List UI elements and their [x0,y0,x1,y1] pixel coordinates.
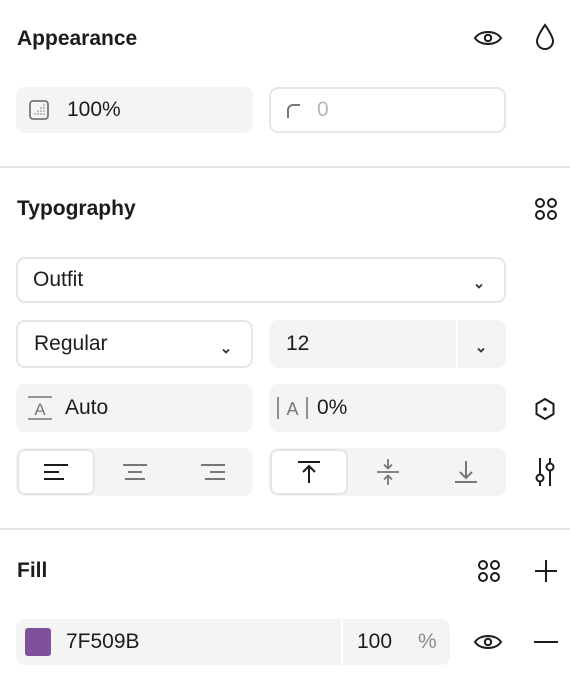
svg-text:A: A [34,400,46,419]
align-top-button[interactable] [270,449,348,495]
section-divider [0,528,570,530]
drop-icon[interactable] [532,22,558,52]
fill-visibility-eye-icon[interactable] [472,629,504,655]
font-family-value: Outfit [33,268,84,291]
vertical-align-group [269,448,506,496]
line-height-value: Auto [65,396,109,419]
opacity-icon [28,99,50,121]
line-height-icon: A [26,394,54,422]
chevron-down-icon [220,339,232,363]
align-right-icon [201,464,225,480]
appearance-title: Appearance [17,27,138,50]
text-settings-sliders-icon[interactable] [531,455,559,489]
color-swatch[interactable] [25,628,51,656]
align-left-icon [44,464,68,480]
align-middle-button[interactable] [349,449,427,495]
add-fill-button[interactable] [532,557,560,585]
corner-radius-icon [285,102,303,120]
font-weight-select[interactable]: Regular [16,320,253,368]
corner-radius-value: 0 [317,98,329,121]
align-middle-icon [377,459,399,485]
align-right-button[interactable] [174,449,252,495]
align-center-icon [123,464,147,480]
fill-title: Fill [17,559,48,582]
font-size-field[interactable]: 12 [269,320,506,368]
align-left-button[interactable] [17,449,95,495]
svg-text:A: A [286,399,298,419]
corner-radius-field[interactable]: 0 [269,87,506,133]
fill-opacity-value[interactable]: 100 [357,630,392,654]
fill-opacity-unit: % [418,630,437,653]
opacity-field[interactable]: 100% [16,87,253,133]
font-size-dropdown-chevron-icon[interactable] [475,338,487,362]
section-divider [0,166,570,168]
font-weight-value: Regular [34,332,108,355]
minus-icon [534,641,558,643]
remove-fill-button[interactable] [532,630,560,654]
letter-spacing-field[interactable]: A 0% [269,384,506,432]
align-center-button[interactable] [96,449,174,495]
fill-styles-icon[interactable] [474,556,504,586]
field-separator [341,619,343,665]
font-size-value: 12 [286,332,310,355]
align-bottom-button[interactable] [427,449,505,495]
line-height-field[interactable]: A Auto [16,384,253,432]
font-family-select[interactable]: Outfit [16,257,506,303]
align-bottom-icon [455,461,477,483]
styles-icon[interactable] [532,195,560,223]
chevron-down-icon [473,274,485,298]
fill-hex-value[interactable]: 7F509B [66,630,140,654]
eye-icon[interactable] [472,24,504,52]
field-separator [456,320,458,368]
fill-color-row: 7F509B 100 % [16,619,450,665]
letter-spacing-icon: A [276,395,310,421]
align-top-icon [298,461,320,483]
text-options-icon[interactable] [532,395,558,423]
typography-title: Typography [17,197,136,220]
plus-icon [535,560,557,582]
text-align-group [16,448,253,496]
letter-spacing-value: 0% [317,396,348,419]
opacity-value: 100% [67,98,121,121]
